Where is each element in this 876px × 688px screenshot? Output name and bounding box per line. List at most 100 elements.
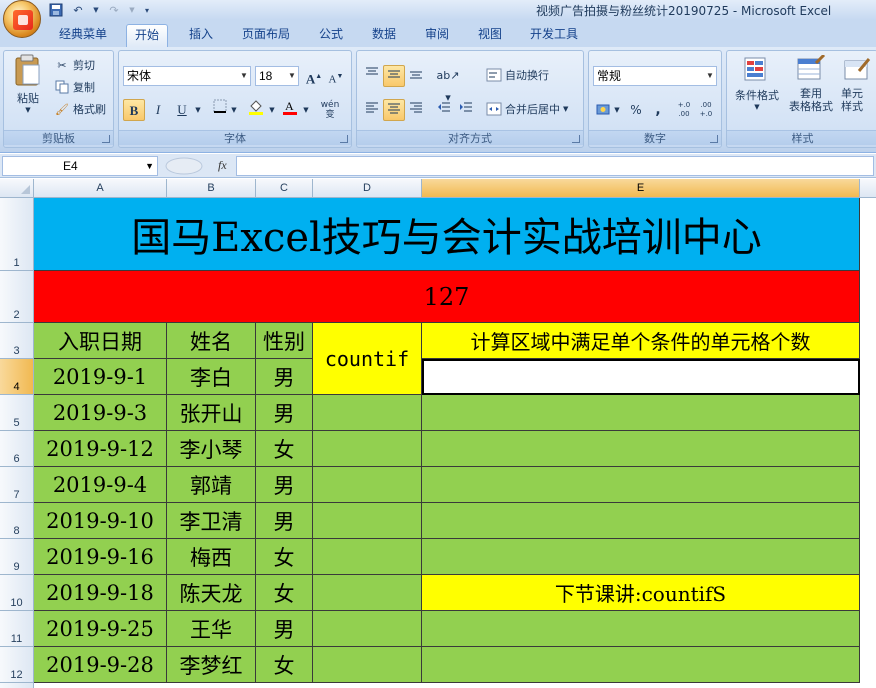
copy-button[interactable]: 复制 bbox=[54, 79, 95, 95]
phonetic-button[interactable]: wén 变 bbox=[315, 99, 345, 121]
alignment-launcher-icon[interactable] bbox=[572, 135, 580, 143]
column-header-a[interactable]: A bbox=[34, 179, 167, 198]
header-name-cell[interactable]: 姓名 bbox=[167, 323, 256, 359]
align-bottom-button[interactable] bbox=[405, 65, 427, 87]
record-name-cell[interactable]: 李梦红 bbox=[167, 647, 256, 683]
fill-color-button[interactable] bbox=[245, 99, 267, 121]
number-cell[interactable]: 127 bbox=[34, 271, 860, 323]
wrap-text-button[interactable]: 自动换行 bbox=[485, 67, 549, 83]
e-column-cell[interactable] bbox=[422, 503, 860, 539]
merge-center-button[interactable]: 合并后居中 ▼ bbox=[485, 101, 568, 117]
redo-dropdown-icon[interactable]: ▼ bbox=[128, 3, 136, 18]
record-name-cell[interactable]: 李卫清 bbox=[167, 503, 256, 539]
record-gender-cell[interactable]: 男 bbox=[256, 611, 313, 647]
tab-view[interactable]: 视图 bbox=[469, 24, 511, 47]
column-header-c[interactable]: C bbox=[256, 179, 313, 198]
record-date-cell[interactable]: 2019-9-10 bbox=[34, 503, 167, 539]
record-gender-cell[interactable]: 男 bbox=[256, 503, 313, 539]
row-header-12[interactable]: 12 bbox=[0, 647, 34, 683]
conditional-formatting-button[interactable]: 条件格式 ▼ bbox=[731, 55, 783, 111]
underline-dropdown-icon[interactable]: ▼ bbox=[193, 99, 203, 121]
d-column-cell[interactable] bbox=[313, 431, 422, 467]
d-column-cell[interactable] bbox=[313, 395, 422, 431]
row-header-6[interactable]: 6 bbox=[0, 431, 34, 467]
borders-dropdown-icon[interactable]: ▼ bbox=[229, 99, 239, 121]
record-name-cell[interactable]: 陈天龙 bbox=[167, 575, 256, 611]
d-column-cell[interactable] bbox=[313, 539, 422, 575]
tab-developer[interactable]: 开发工具 bbox=[524, 24, 584, 47]
record-gender-cell[interactable]: 男 bbox=[256, 395, 313, 431]
cell-styles-button[interactable]: 单元 样式 bbox=[841, 55, 876, 113]
number-format-combo[interactable]: 常规 ▼ bbox=[593, 66, 717, 86]
align-left-button[interactable] bbox=[361, 99, 383, 121]
name-box[interactable]: E4 ▼ bbox=[2, 156, 158, 176]
row-header-8[interactable]: 8 bbox=[0, 503, 34, 539]
select-all-button[interactable] bbox=[0, 179, 34, 198]
number-launcher-icon[interactable] bbox=[710, 135, 718, 143]
row-header-10[interactable]: 10 bbox=[0, 575, 34, 611]
bold-button[interactable]: B bbox=[123, 99, 145, 121]
shrink-font-button[interactable]: A▼ bbox=[325, 65, 347, 87]
e-column-cell[interactable] bbox=[422, 647, 860, 683]
header-gender-cell[interactable]: 性别 bbox=[256, 323, 313, 359]
e-column-cell[interactable] bbox=[422, 539, 860, 575]
format-painter-button[interactable]: 🖌 格式刷 bbox=[54, 101, 106, 117]
row-header-1[interactable]: 1 bbox=[0, 198, 34, 271]
decrease-decimal-button[interactable]: .00 +.0 bbox=[695, 99, 717, 121]
format-as-table-button[interactable]: 套用 表格格式 bbox=[785, 55, 837, 113]
record-gender-cell[interactable]: 女 bbox=[256, 575, 313, 611]
grow-font-button[interactable]: A▲ bbox=[303, 65, 325, 87]
e-column-cell[interactable] bbox=[422, 611, 860, 647]
record-gender-cell[interactable]: 女 bbox=[256, 647, 313, 683]
align-middle-button[interactable] bbox=[383, 65, 405, 87]
row-header-2[interactable]: 2 bbox=[0, 271, 34, 323]
d-column-cell[interactable] bbox=[313, 575, 422, 611]
record-gender-cell[interactable]: 男 bbox=[256, 467, 313, 503]
increase-indent-button[interactable] bbox=[455, 99, 477, 121]
borders-button[interactable] bbox=[209, 99, 231, 121]
paste-button[interactable]: 粘贴 ▼ bbox=[8, 53, 48, 123]
align-right-button[interactable] bbox=[405, 99, 427, 121]
row-header-9[interactable]: 9 bbox=[0, 539, 34, 575]
save-icon[interactable] bbox=[48, 3, 64, 18]
function-label-cell[interactable]: countif bbox=[313, 323, 422, 395]
font-name-combo[interactable]: 宋体 ▼ bbox=[123, 66, 251, 86]
record-date-cell[interactable]: 2019-9-28 bbox=[34, 647, 167, 683]
cut-button[interactable]: ✂ 剪切 bbox=[54, 57, 95, 73]
tab-formulas[interactable]: 公式 bbox=[310, 24, 352, 47]
tab-home[interactable]: 开始 bbox=[126, 24, 168, 47]
accounting-format-button[interactable]: ▼ bbox=[593, 99, 623, 121]
e-column-cell[interactable] bbox=[422, 395, 860, 431]
decrease-indent-button[interactable] bbox=[433, 99, 455, 121]
clipboard-launcher-icon[interactable] bbox=[102, 135, 110, 143]
record-name-cell[interactable]: 王华 bbox=[167, 611, 256, 647]
record-name-cell[interactable]: 梅西 bbox=[167, 539, 256, 575]
record-name-cell[interactable]: 郭靖 bbox=[167, 467, 256, 503]
italic-button[interactable]: I bbox=[147, 99, 169, 121]
e-column-cell[interactable] bbox=[422, 431, 860, 467]
record-date-cell[interactable]: 2019-9-16 bbox=[34, 539, 167, 575]
font-launcher-icon[interactable] bbox=[340, 135, 348, 143]
d-column-cell[interactable] bbox=[313, 467, 422, 503]
row-header-4[interactable]: 4 bbox=[0, 359, 34, 395]
record-date-cell[interactable]: 2019-9-3 bbox=[34, 395, 167, 431]
tab-classic-menu[interactable]: 经典菜单 bbox=[50, 24, 116, 47]
column-header-d[interactable]: D bbox=[313, 179, 422, 198]
font-color-button[interactable]: A bbox=[279, 99, 301, 121]
font-size-combo[interactable]: 18 ▼ bbox=[255, 66, 299, 86]
record-date-cell[interactable]: 2019-9-25 bbox=[34, 611, 167, 647]
sheet-title-cell[interactable]: 国马Excel技巧与会计实战培训中心 bbox=[34, 198, 860, 271]
align-center-button[interactable] bbox=[383, 99, 405, 121]
row-header-13[interactable] bbox=[0, 683, 34, 688]
percent-style-button[interactable]: % bbox=[625, 99, 647, 121]
office-button[interactable] bbox=[3, 0, 41, 38]
undo-icon[interactable]: ↶ bbox=[70, 3, 86, 18]
underline-button[interactable]: U bbox=[171, 99, 193, 121]
selected-cell-e4[interactable] bbox=[422, 359, 860, 395]
tab-review[interactable]: 审阅 bbox=[416, 24, 458, 47]
row-header-5[interactable]: 5 bbox=[0, 395, 34, 431]
header-date-cell[interactable]: 入职日期 bbox=[34, 323, 167, 359]
fill-color-dropdown-icon[interactable]: ▼ bbox=[267, 99, 277, 121]
undo-dropdown-icon[interactable]: ▼ bbox=[92, 3, 100, 18]
record-gender-cell[interactable]: 男 bbox=[256, 359, 313, 395]
